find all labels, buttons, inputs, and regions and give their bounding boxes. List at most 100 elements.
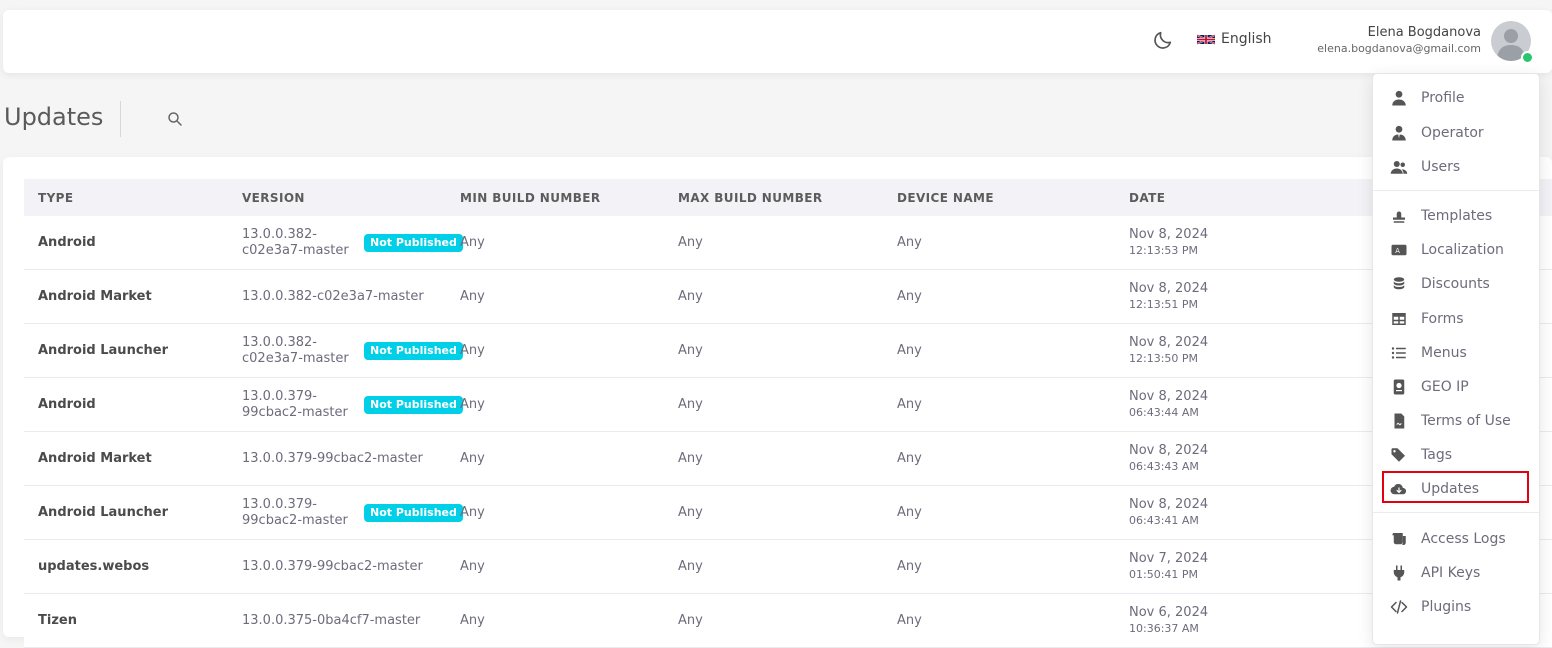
cell-type: Android Market <box>38 289 152 304</box>
header-date[interactable]: DATE <box>1129 191 1165 205</box>
date-text: Nov 8, 2024 <box>1129 227 1209 242</box>
table-row[interactable]: Android Market 13.0.0.379-99cbac2-master A… <box>24 432 1552 486</box>
menu-item-geo-ip[interactable]: GEO IP <box>1373 372 1539 402</box>
cell-date: Nov 6, 2024 10:36:37 AM <box>1129 605 1208 636</box>
date-text: Nov 8, 2024 <box>1129 281 1209 296</box>
cell-max-build: Any <box>678 343 703 358</box>
cell-min-build: Any <box>460 235 485 250</box>
table-row[interactable]: Android Launcher 13.0.0.382-c02e3a7-maste… <box>24 324 1552 378</box>
passport-icon <box>1393 379 1405 395</box>
menu-item-label: Tags <box>1421 447 1452 463</box>
cell-max-build: Any <box>678 397 703 412</box>
table-row[interactable]: Android 13.0.0.379-99cbac2-master Not Publ… <box>24 378 1552 432</box>
plug-icon <box>1393 565 1405 581</box>
menu-item-profile[interactable]: Profile <box>1373 83 1539 113</box>
cell-min-build: Any <box>460 613 485 628</box>
table-row[interactable]: Android 13.0.0.382-c02e3a7-master Not Publ… <box>24 216 1552 270</box>
menu-item-api-keys[interactable]: API Keys <box>1373 558 1539 588</box>
version-text: 13.0.0.382-c02e3a7-master <box>242 334 349 366</box>
user-tie-icon <box>1392 125 1406 141</box>
date-text: Nov 8, 2024 <box>1129 389 1209 404</box>
cell-min-build: Any <box>460 343 485 358</box>
cell-version: 13.0.0.375-0ba4cf7-master <box>242 613 420 629</box>
cell-device-name: Any <box>897 343 922 358</box>
header-version[interactable]: VERSION <box>242 191 305 205</box>
version-text: 13.0.0.379-99cbac2-master <box>242 450 423 466</box>
time-text: 06:43:41 AM <box>1129 514 1199 527</box>
cell-max-build: Any <box>678 613 703 628</box>
header-min-build[interactable]: MIN BUILD NUMBER <box>460 191 600 205</box>
menu-item-label: Operator <box>1421 125 1484 141</box>
menu-item-access-logs[interactable]: Access Logs <box>1373 524 1539 554</box>
menu-item-label: Forms <box>1421 311 1464 327</box>
menu-item-discounts[interactable]: Discounts <box>1373 269 1539 299</box>
table-row[interactable]: Android Market 13.0.0.382-c02e3a7-master A… <box>24 270 1552 324</box>
menu-item-label: Users <box>1421 159 1461 175</box>
version-text: 13.0.0.379-99cbac2-master <box>242 496 348 528</box>
cell-version: 13.0.0.382-c02e3a7-master Not Published <box>242 227 463 259</box>
menu-item-label: Discounts <box>1421 276 1490 292</box>
menu-item-label: Templates <box>1421 208 1493 224</box>
language-selector[interactable]: English <box>1197 31 1272 47</box>
user-email: elena.bogdanova@gmail.com <box>1317 42 1481 55</box>
tags-icon <box>1391 448 1405 462</box>
menu-item-menus[interactable]: Menus <box>1373 338 1539 368</box>
date-text: Nov 8, 2024 <box>1129 335 1209 350</box>
menu-item-localization[interactable]: A Localization <box>1373 235 1539 265</box>
table-row[interactable]: Android Launcher 13.0.0.379-99cbac2-maste… <box>24 486 1552 540</box>
cell-date: Nov 7, 2024 01:50:41 PM <box>1129 551 1208 582</box>
status-badge: Not Published <box>364 503 463 522</box>
cell-device-name: Any <box>897 451 922 466</box>
cell-type: Android Launcher <box>38 343 169 358</box>
time-text: 06:43:43 AM <box>1129 460 1199 473</box>
online-status-dot <box>1521 51 1534 64</box>
time-text: 01:50:41 PM <box>1129 568 1199 581</box>
cell-date: Nov 8, 2024 12:13:50 PM <box>1129 335 1208 366</box>
user-dropdown-menu: Profile Operator Users Templates A Localizati… <box>1372 73 1540 645</box>
menu-item-users[interactable]: Users <box>1373 152 1539 182</box>
language-label: English <box>1221 31 1272 47</box>
cell-max-build: Any <box>678 451 703 466</box>
file-signature-icon <box>1394 413 1405 429</box>
cell-max-build: Any <box>678 505 703 520</box>
table-row[interactable]: updates.webos 13.0.0.379-99cbac2-master An… <box>24 540 1552 594</box>
menu-item-label: Localization <box>1421 242 1504 258</box>
menu-item-plugins[interactable]: Plugins <box>1373 592 1539 622</box>
search-icon[interactable] <box>166 110 184 128</box>
header-device-name[interactable]: DEVICE NAME <box>897 191 994 205</box>
cell-version: 13.0.0.379-99cbac2-master Not Published <box>242 389 463 421</box>
scroll-icon <box>1392 533 1406 545</box>
table-row[interactable]: Tizen 13.0.0.375-0ba4cf7-master Any Any Any N… <box>24 594 1552 648</box>
header-type[interactable]: TYPE <box>38 191 73 205</box>
cell-date: Nov 8, 2024 12:13:51 PM <box>1129 281 1208 312</box>
user-info[interactable]: Elena Bogdanova elena.bogdanova@gmail.co… <box>1317 24 1481 57</box>
cell-device-name: Any <box>897 397 922 412</box>
status-badge: Not Published <box>364 233 463 252</box>
version-text: 13.0.0.382-c02e3a7-master <box>242 288 424 304</box>
menu-item-terms-of-use[interactable]: Terms of Use <box>1373 406 1539 436</box>
status-badge: Not Published <box>364 341 463 360</box>
menu-item-label: GEO IP <box>1421 379 1469 395</box>
version-text: 13.0.0.379-99cbac2-master <box>242 558 423 574</box>
menu-item-operator[interactable]: Operator <box>1373 118 1539 148</box>
cell-device-name: Any <box>897 235 922 250</box>
cell-device-name: Any <box>897 613 922 628</box>
moon-icon[interactable] <box>1152 29 1174 51</box>
header-max-build[interactable]: MAX BUILD NUMBER <box>678 191 823 205</box>
menu-item-label: Profile <box>1421 90 1465 106</box>
menu-item-label: Terms of Use <box>1421 413 1511 429</box>
menu-item-forms[interactable]: Forms <box>1373 304 1539 334</box>
list-icon <box>1391 347 1406 359</box>
cell-version: 13.0.0.379-99cbac2-master <box>242 451 423 467</box>
menu-item-tags[interactable]: Tags <box>1373 440 1539 470</box>
time-text: 12:13:51 PM <box>1129 298 1199 311</box>
date-text: Nov 8, 2024 <box>1129 443 1209 458</box>
svg-text:A: A <box>1395 247 1400 255</box>
time-text: 10:36:37 AM <box>1129 622 1199 635</box>
title-divider <box>120 101 121 137</box>
users-icon <box>1390 161 1408 174</box>
menu-divider <box>1373 512 1539 513</box>
menu-item-templates[interactable]: Templates <box>1373 201 1539 231</box>
time-text: 06:43:44 AM <box>1129 406 1199 419</box>
user-icon <box>1392 90 1406 106</box>
